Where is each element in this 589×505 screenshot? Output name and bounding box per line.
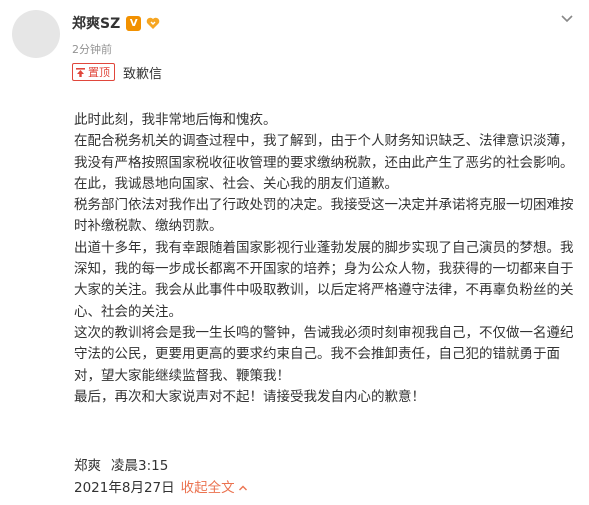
post-date: 2021年8月27日 <box>74 480 175 496</box>
weibo-post: 郑爽SZ V 2分钟前 置顶 致歉信 此时此刻，我非常地后悔和愧疚。 在配合税务… <box>0 0 589 505</box>
letter-paragraph: 在配合税务机关的调查过程中，我了解到，由于个人财务知识缺乏、法律意识淡薄，我没有… <box>74 133 574 192</box>
author-row: 郑爽SZ V <box>72 12 161 34</box>
author-name[interactable]: 郑爽SZ <box>72 13 120 33</box>
signature-name: 郑爽 <box>74 458 101 474</box>
collapse-button[interactable]: 收起全文 <box>181 480 248 496</box>
avatar[interactable] <box>12 10 60 58</box>
letter-paragraph: 这次的教训将会是我一生长鸣的警钟，告诫我必须时刻审视我自己，不仅做一名遵纪守法的… <box>74 324 574 384</box>
collapse-label: 收起全文 <box>180 480 235 496</box>
v-verified-icon: V <box>126 15 142 31</box>
fan-badge-icon <box>146 17 160 29</box>
signature: 郑爽 凌晨3:15 <box>74 454 168 474</box>
signature-time: 凌晨3:15 <box>111 458 169 474</box>
pin-badge: 置顶 <box>72 63 115 81</box>
letter-paragraph: 税务部门依法对我作出了行政处罚的决定。我接受这一决定并承诺将克服一切困难按时补缴… <box>74 197 574 235</box>
pin-row: 置顶 致歉信 <box>72 62 162 82</box>
letter-paragraph: 出道十多年，我有幸跟随着国家影视行业蓬勃发展的脚步实现了自己演员的梦想。我深知，… <box>74 239 574 320</box>
post-footer: 2021年8月27日 收起全文 <box>74 476 248 496</box>
chevron-up-icon <box>238 485 247 491</box>
pin-icon <box>76 67 85 77</box>
letter-paragraph: 最后，再次和大家说声对不起！请接受我发自内心的歉意！ <box>74 388 425 405</box>
letter-paragraph: 此时此刻，我非常地后悔和愧疚。 <box>74 112 277 128</box>
chevron-down-icon[interactable] <box>560 12 574 26</box>
letter-body: 此时此刻，我非常地后悔和愧疚。 在配合税务机关的调查过程中，我了解到，由于个人财… <box>74 110 574 408</box>
post-time[interactable]: 2分钟前 <box>72 41 112 57</box>
post-title: 致歉信 <box>123 66 163 82</box>
pin-label: 置顶 <box>88 66 110 79</box>
